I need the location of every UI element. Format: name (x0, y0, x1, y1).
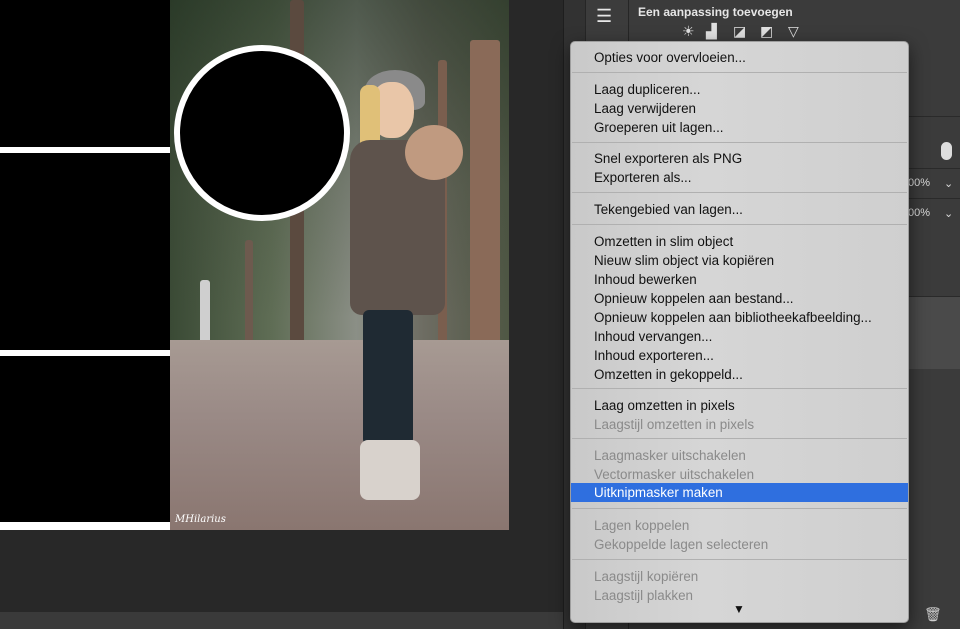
menu-separator (572, 438, 907, 439)
menu-separator (572, 224, 907, 225)
menu-item-replace-contents[interactable]: Inhoud vervangen... (571, 327, 908, 346)
menu-item-export-as[interactable]: Exporteren als... (571, 168, 908, 187)
menu-item-delete-layer[interactable]: Laag verwijderen (571, 99, 908, 118)
fill-value[interactable]: 00% (908, 207, 930, 219)
circle-shape-layer (174, 45, 350, 221)
layer-context-menu[interactable]: Opties voor overvloeien... Laag duplicer… (570, 41, 909, 623)
menu-item-select-linked-layers: Gekoppelde lagen selecteren (594, 537, 769, 552)
menu-separator (572, 142, 907, 143)
menu-item-new-smart-object-via-copy[interactable]: Nieuw slim object via kopiëren (571, 251, 908, 270)
menu-item-convert-smart-object[interactable]: Omzetten in slim object (571, 232, 908, 251)
menu-item-relink-library[interactable]: Opnieuw koppelen aan bibliotheekafbeeldi… (571, 308, 908, 327)
scroll-down-arrow-icon[interactable]: ▼ (733, 602, 745, 616)
black-frame-middle (0, 153, 170, 350)
sliders-icon[interactable]: ☰ (596, 6, 612, 27)
menu-item-artboard-from-layers[interactable]: Tekengebied van lagen... (571, 200, 908, 219)
chevron-down-icon[interactable]: ⌄ (944, 177, 953, 190)
menu-item-blending-options[interactable]: Opties voor overvloeien... (571, 48, 908, 67)
menu-item-edit-contents[interactable]: Inhoud bewerken (571, 270, 908, 289)
menu-separator (572, 559, 907, 560)
opacity-value[interactable]: 00% (908, 177, 930, 189)
menu-item-duplicate-layer[interactable]: Laag dupliceren... (571, 80, 908, 99)
menu-item-create-clipping-mask[interactable]: Uitknipmasker maken (571, 483, 908, 502)
gradient-triangle-icon[interactable]: ▽ (788, 23, 799, 40)
menu-item-convert-to-linked[interactable]: Omzetten in gekoppeld... (571, 365, 908, 384)
menu-item-relink-file[interactable]: Opnieuw koppelen aan bestand... (571, 289, 908, 308)
canvas-area[interactable]: MHilarius (0, 0, 563, 629)
menu-item-group-from-layers[interactable]: Groeperen uit lagen... (571, 118, 908, 137)
black-frame-bottom (0, 356, 170, 522)
panel-title: Een aanpassing toevoegen (638, 5, 793, 19)
frame-divider (0, 522, 170, 530)
menu-separator (572, 508, 907, 509)
canvas-status-bar (0, 612, 563, 629)
menu-item-disable-vector-mask: Vectormasker uitschakelen (594, 467, 755, 482)
menu-item-copy-layer-style: Laagstijl kopiëren (594, 569, 699, 584)
menu-item-rasterize-layer[interactable]: Laag omzetten in pixels (571, 396, 908, 415)
trash-icon[interactable]: 🗑 (924, 606, 942, 623)
menu-item-disable-layer-mask: Laagmasker uitschakelen (594, 448, 746, 463)
menu-item-quick-export-png[interactable]: Snel exporteren als PNG (571, 149, 908, 168)
watermark: MHilarius (175, 514, 226, 525)
menu-item-rasterize-layer-style: Laagstijl omzetten in pixels (594, 417, 755, 432)
toggle-switch[interactable] (941, 142, 952, 160)
curves-icon[interactable]: ◪ (733, 23, 746, 40)
menu-separator (572, 72, 907, 73)
menu-separator (572, 192, 907, 193)
menu-item-export-contents[interactable]: Inhoud exporteren... (571, 346, 908, 365)
menu-item-link-layers: Lagen koppelen (594, 518, 690, 533)
menu-separator (572, 388, 907, 389)
exposure-icon[interactable]: ◩ (760, 23, 773, 40)
black-frame-top (0, 0, 170, 147)
levels-icon[interactable]: ▟ (706, 23, 717, 40)
brightness-icon[interactable]: ☀ (682, 23, 695, 40)
chevron-down-icon[interactable]: ⌄ (944, 207, 953, 220)
